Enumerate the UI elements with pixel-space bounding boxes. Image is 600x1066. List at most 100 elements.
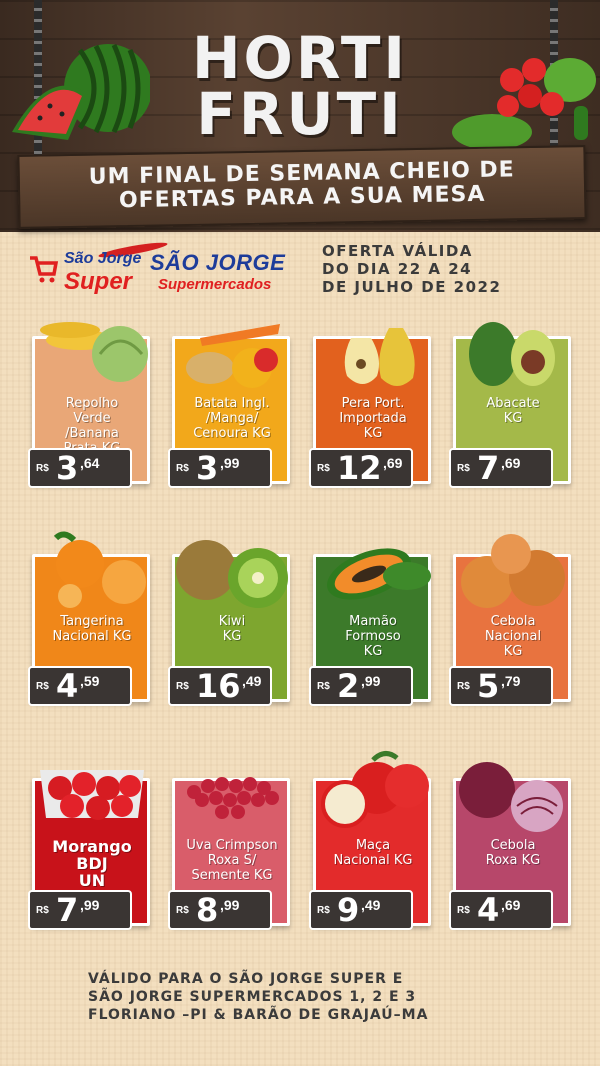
product-name: Kiwi KG (174, 614, 290, 644)
price-decimal: ,99 (361, 673, 381, 689)
product-name: Pera Port. Importada KG (315, 396, 431, 441)
product-name-line: Repolho (65, 396, 119, 411)
product-card: Mamão Formoso KG R$ 2,99 (309, 536, 435, 706)
sao-jorge-supermercados-logo: SÃO JORGE Supermercados (150, 250, 300, 293)
logo1-line2: Super (64, 268, 133, 295)
price-integer: 4 (56, 667, 79, 705)
price-integer: 12 (337, 449, 382, 487)
product-image-icon (461, 534, 565, 608)
price-currency: R$ (176, 905, 189, 916)
price-tag: R$ 7,69 (449, 448, 553, 488)
product-image-icon (469, 322, 555, 386)
price-decimal: ,49 (242, 673, 262, 689)
product-image-icon (187, 777, 279, 819)
cart-icon (30, 256, 58, 283)
product-card: Abacate KG R$ 7,69 (449, 318, 575, 488)
product-card: Batata Ingl./Manga/Cenoura KG R$ 3,99 (168, 318, 294, 488)
product-name-line: Formoso (345, 629, 401, 644)
product-card: RepolhoVerde/BananaPrata KG R$ 3,64 (28, 318, 154, 488)
price-decimal: ,64 (80, 455, 100, 471)
price-integer: 8 (196, 891, 219, 929)
price-integer: 16 (196, 667, 241, 705)
validity-line-2: DO DIA 22 A 24 (322, 260, 473, 278)
product-image-icon (459, 762, 563, 832)
price-tag: R$ 2,99 (309, 666, 413, 706)
product-card: Morango BDJ UN R$ 7,99 (28, 760, 154, 930)
product-name-line: Uva Crimpson (186, 838, 278, 853)
price-currency: R$ (317, 905, 330, 916)
price-decimal: ,99 (80, 897, 100, 913)
price-tag: R$ 12,69 (309, 448, 413, 488)
validity-line-1: OFERTA VÁLIDA (322, 242, 473, 260)
product-name-line: /Manga/ (205, 411, 259, 426)
price-tag: R$ 4,69 (449, 890, 553, 930)
product-name-line: Nacional KG (52, 629, 132, 644)
price-currency: R$ (36, 681, 49, 692)
product-name: Maça Nacional KG (315, 838, 431, 868)
price-decimal: ,99 (220, 455, 240, 471)
price-tag: R$ 3,99 (168, 448, 272, 488)
price-decimal: ,79 (501, 673, 521, 689)
product-name-line: KG (363, 644, 383, 659)
footer-line-2: SÃO JORGE SUPERMERCADOS 1, 2 E 3 (88, 989, 417, 1005)
product-image-icon (53, 531, 146, 608)
price-currency: R$ (317, 463, 330, 474)
price-integer: 4 (477, 891, 500, 929)
price-tag: R$ 3,64 (28, 448, 132, 488)
price-tag: R$ 16,49 (168, 666, 272, 706)
product-name-line: /Banana (65, 426, 119, 441)
price-currency: R$ (176, 681, 189, 692)
product-name-line: Nacional (484, 629, 542, 644)
price-tag: R$ 9,49 (309, 890, 413, 930)
product-name-line: Verde (73, 411, 111, 426)
price-currency: R$ (457, 905, 470, 916)
product-image-icon (321, 751, 429, 828)
product-card: Cebola Nacional KG R$ 5,79 (449, 534, 575, 706)
product-name-line: Cebola (490, 838, 536, 853)
product-name: Morango BDJ UN (34, 838, 150, 889)
product-image-icon (176, 540, 288, 608)
product-name: Uva Crimpson Roxa S/Semente KG (174, 838, 290, 883)
sao-jorge-super-logo: São Jorge Super (28, 239, 169, 296)
product-name-line: Maça (355, 838, 391, 853)
product-image-icon (344, 328, 415, 386)
product-name-line: UN (78, 871, 106, 890)
product-name-line: KG (503, 644, 523, 659)
product-image-icon (326, 548, 431, 600)
product-image-icon (40, 322, 148, 382)
price-integer: 9 (337, 891, 360, 929)
product-name-line: Batata Ingl. (194, 396, 270, 411)
product-name-line: Semente KG (191, 868, 273, 883)
product-name-line: Roxa KG (485, 853, 541, 868)
product-name: RepolhoVerde/BananaPrata KG (34, 396, 150, 456)
product-card: Cebola Roxa KG R$ 4,69 (449, 760, 575, 930)
price-integer: 3 (196, 449, 219, 487)
price-decimal: ,99 (220, 897, 240, 913)
product-name-line: Pera Port. (341, 396, 405, 411)
subtitle: UM FINAL DE SEMANA CHEIO DE OFERTAS PARA… (20, 157, 585, 215)
product-name-line: Nacional KG (333, 853, 413, 868)
product-name-line: Abacate (486, 396, 540, 411)
product-name: Cebola Roxa KG (455, 838, 571, 868)
price-tag: R$ 5,79 (449, 666, 553, 706)
price-integer: 5 (477, 667, 500, 705)
product-card: Uva Crimpson Roxa S/Semente KG R$ 8,99 (168, 760, 294, 930)
product-name-line: KG (363, 426, 383, 441)
vegetables-icon (452, 58, 596, 150)
product-name-line: Cenoura KG (193, 426, 271, 441)
logo2-line2: Supermercados (158, 276, 272, 293)
price-decimal: ,49 (361, 897, 381, 913)
price-currency: R$ (457, 681, 470, 692)
product-name: Tangerina Nacional KG (34, 614, 150, 644)
price-currency: R$ (317, 681, 330, 692)
product-card: Tangerina Nacional KG R$ 4,59 (28, 531, 154, 706)
product-card: Maça Nacional KG R$ 9,49 (309, 751, 435, 930)
product-name-line: Tangerina (60, 614, 124, 629)
product-name-line: Morango (52, 837, 132, 856)
footer-note: VÁLIDO PARA O SÃO JORGE SUPER E SÃO JORG… (88, 970, 548, 1024)
price-tag: R$ 4,59 (28, 666, 132, 706)
price-decimal: ,69 (383, 455, 403, 471)
price-currency: R$ (36, 463, 49, 474)
price-decimal: ,59 (80, 673, 100, 689)
product-card: Pera Port. Importada KG R$ 12,69 (309, 318, 435, 488)
